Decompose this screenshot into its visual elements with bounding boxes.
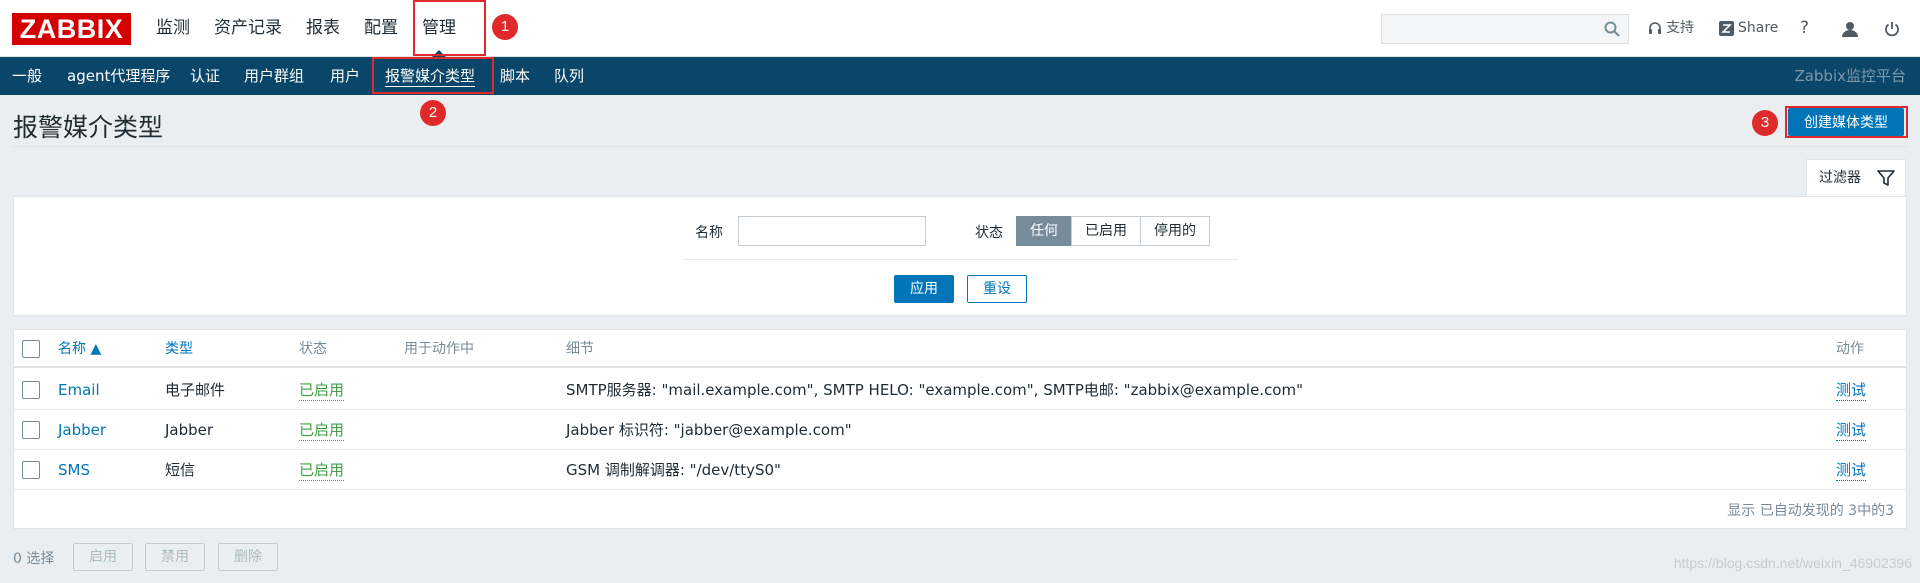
- zabbix-logo[interactable]: ZABBIX: [12, 13, 131, 45]
- nav-inventory[interactable]: 资产记录: [202, 0, 294, 57]
- column-name[interactable]: 名称 ▲: [58, 330, 101, 368]
- status-filter-label: 状态: [975, 225, 1003, 241]
- table-header: 名称 ▲ 类型 状态 用于动作中 细节 动作: [14, 330, 1906, 368]
- column-used-in-actions: 用于动作中: [404, 341, 474, 357]
- status-enabled-option[interactable]: 已启用: [1071, 216, 1141, 246]
- header-divider: [13, 146, 1907, 147]
- media-type: Jabber: [165, 421, 214, 439]
- subnav-proxies[interactable]: agent代理程序: [67, 57, 170, 95]
- create-media-type-button[interactable]: 创建媒体类型: [1788, 108, 1904, 136]
- step-badge-1: 1: [492, 14, 518, 40]
- status-label: 已启用: [299, 461, 345, 481]
- row-checkbox[interactable]: [22, 421, 40, 439]
- table-row: Jabber Jabber 已启用 Jabber 标识符: "jabber@ex…: [14, 410, 1906, 450]
- apply-button[interactable]: 应用: [894, 275, 954, 303]
- media-details: GSM 调制解调器: "/dev/ttyS0": [566, 461, 781, 479]
- test-link[interactable]: 测试: [1836, 450, 1867, 490]
- media-name-link[interactable]: Email: [58, 370, 100, 410]
- test-link[interactable]: 测试: [1836, 370, 1867, 410]
- status-disabled-option[interactable]: 停用的: [1140, 216, 1210, 246]
- delete-button[interactable]: 删除: [218, 543, 278, 571]
- column-action: 动作: [1836, 341, 1864, 357]
- reset-button[interactable]: 重设: [967, 275, 1027, 303]
- support-label: 支持: [1666, 20, 1694, 36]
- column-type[interactable]: 类型: [165, 330, 193, 368]
- zabbix-share-icon: [1719, 21, 1734, 36]
- search-icon[interactable]: [1604, 21, 1620, 37]
- test-label: 测试: [1836, 461, 1867, 481]
- media-name-link[interactable]: SMS: [58, 450, 90, 490]
- test-label: 测试: [1836, 421, 1867, 441]
- media-details: SMTP服务器: "mail.example.com", SMTP HELO: …: [566, 381, 1303, 399]
- name-filter-input[interactable]: [738, 216, 926, 246]
- highlight-box-subnav: [372, 57, 494, 94]
- selected-count: 0 选择: [13, 551, 55, 567]
- status-toggle[interactable]: 已启用: [299, 450, 345, 490]
- top-bar: ZABBIX 监测 资产记录 报表 配置 管理 支持 Share ?: [0, 0, 1920, 57]
- filter-panel: [13, 196, 1907, 316]
- headset-icon: [1649, 21, 1661, 34]
- row-checkbox[interactable]: [22, 461, 40, 479]
- step-badge-3: 3: [1752, 110, 1778, 136]
- name-filter-label: 名称: [695, 225, 723, 241]
- sub-nav: 一般 agent代理程序 认证 用户群组 用户 报警媒介类型 脚本 队列 Zab…: [0, 57, 1920, 95]
- subnav-users[interactable]: 用户: [330, 57, 360, 95]
- subnav-authentication[interactable]: 认证: [190, 57, 220, 95]
- table-row: SMS 短信 已启用 GSM 调制解调器: "/dev/ttyS0" 测试: [14, 450, 1906, 490]
- nav-reports[interactable]: 报表: [294, 0, 352, 57]
- step-badge-2: 2: [420, 100, 446, 126]
- filter-tab-label: 过滤器: [1819, 170, 1861, 186]
- subnav-user-groups[interactable]: 用户群组: [244, 57, 304, 95]
- filter-icon: [1877, 170, 1895, 186]
- share-label: Share: [1738, 20, 1779, 36]
- help-icon[interactable]: ?: [1800, 0, 1809, 57]
- support-link[interactable]: 支持: [1648, 0, 1694, 57]
- media-details: Jabber 标识符: "jabber@example.com": [566, 421, 852, 439]
- status-toggle[interactable]: 已启用: [299, 370, 345, 410]
- status-label: 已启用: [299, 381, 345, 401]
- subnav-queue[interactable]: 队列: [554, 57, 584, 95]
- search-input[interactable]: [1381, 14, 1629, 44]
- media-type: 短信: [165, 461, 196, 479]
- nav-configuration[interactable]: 配置: [352, 0, 410, 57]
- column-status: 状态: [299, 341, 327, 357]
- filter-divider: [683, 259, 1238, 260]
- user-profile-icon[interactable]: [1842, 0, 1858, 57]
- filter-tab[interactable]: 过滤器: [1806, 159, 1906, 197]
- status-any-option[interactable]: 任何: [1016, 216, 1072, 246]
- table-paging-info: 显示 已自动发现的 3中的3: [1727, 503, 1894, 519]
- nav-monitoring[interactable]: 监测: [144, 0, 202, 57]
- server-name: Zabbix监控平台: [1794, 67, 1906, 85]
- sign-out-icon[interactable]: [1884, 0, 1900, 57]
- status-label: 已启用: [299, 421, 345, 441]
- select-all-checkbox[interactable]: [22, 340, 40, 358]
- power-icon: [1885, 21, 1899, 36]
- highlight-box-nav: [413, 0, 486, 56]
- subnav-general[interactable]: 一般: [12, 57, 42, 95]
- column-details: 细节: [566, 341, 594, 357]
- test-label: 测试: [1836, 381, 1867, 401]
- watermark: https://blog.csdn.net/weixin_46902396: [1673, 555, 1912, 571]
- status-radio-group: 任何 已启用 停用的: [1016, 216, 1210, 246]
- page-title: 报警媒介类型: [13, 113, 164, 142]
- user-icon: [1842, 21, 1858, 37]
- test-link[interactable]: 测试: [1836, 410, 1867, 450]
- row-checkbox[interactable]: [22, 381, 40, 399]
- media-types-table: 名称 ▲ 类型 状态 用于动作中 细节 动作 Email 电子邮件 已启用 SM…: [13, 329, 1907, 529]
- enable-button[interactable]: 启用: [73, 543, 133, 571]
- disable-button[interactable]: 禁用: [145, 543, 205, 571]
- share-link[interactable]: Share: [1719, 0, 1778, 57]
- table-row: Email 电子邮件 已启用 SMTP服务器: "mail.example.co…: [14, 370, 1906, 410]
- status-toggle[interactable]: 已启用: [299, 410, 345, 450]
- media-name-link[interactable]: Jabber: [58, 410, 106, 450]
- subnav-scripts[interactable]: 脚本: [500, 57, 530, 95]
- media-type: 电子邮件: [165, 381, 226, 399]
